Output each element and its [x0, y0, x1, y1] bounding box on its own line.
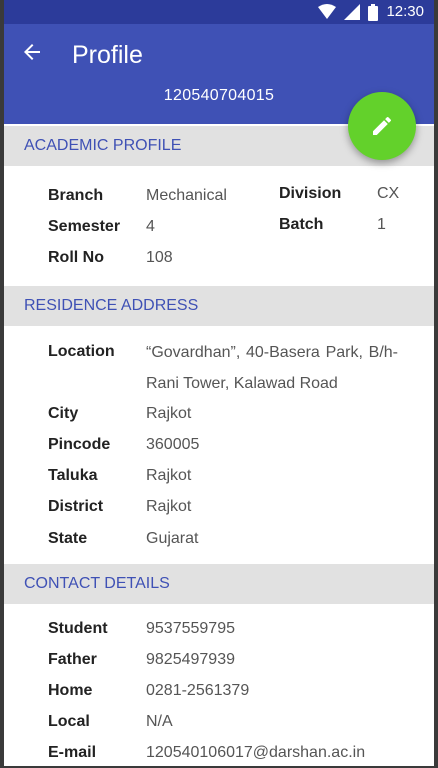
page-title: Profile [72, 41, 143, 69]
status-time: 12:30 [386, 3, 424, 20]
branch-label: Branch [48, 187, 104, 204]
pencil-icon [373, 116, 391, 135]
email-label: E-mail [48, 744, 97, 761]
profile-screen: 12:30 Profile 120540704015 ACADEMIC PROF… [4, 0, 434, 766]
home-phone-label: Home [48, 682, 93, 699]
semester-value: 4 [146, 218, 155, 235]
rollno-label: Roll No [48, 249, 104, 266]
taluka-label: Taluka [48, 467, 98, 484]
home-phone-value: 0281-2561379 [146, 682, 250, 699]
local-phone-label: Local [48, 713, 90, 730]
state-label: State [48, 530, 88, 547]
pincode-value: 360005 [146, 436, 200, 453]
status-bar: 12:30 [4, 0, 434, 24]
location-label: Location [48, 343, 115, 360]
city-label: City [48, 405, 79, 422]
district-label: District [48, 498, 104, 515]
local-phone-value: N/A [146, 713, 173, 730]
father-phone-label: Father [48, 651, 97, 668]
branch-value: Mechanical [146, 187, 227, 204]
wifi-icon [318, 4, 337, 19]
pincode-label: Pincode [48, 436, 111, 453]
status-icons: 12:30 [318, 3, 424, 21]
email-value: 120540106017@darshan.ac.in [146, 744, 366, 761]
district-value: Rajkot [146, 498, 192, 515]
father-phone-value: 9825497939 [146, 651, 235, 668]
location-value: “Govardhan”, 40-Basera Park, B/h-Rani To… [146, 344, 398, 392]
student-phone-label: Student [48, 620, 108, 637]
contact-details-header: CONTACT DETAILS [4, 564, 434, 604]
signal-icon [344, 4, 361, 20]
arrow-left-icon [24, 44, 40, 60]
rollno-value: 108 [146, 249, 173, 266]
student-phone-value: 9537559795 [146, 620, 235, 637]
battery-icon [368, 3, 379, 21]
state-value: Gujarat [146, 530, 199, 547]
back-button[interactable] [20, 40, 44, 64]
semester-label: Semester [48, 218, 121, 235]
city-value: Rajkot [146, 405, 192, 422]
batch-label: Batch [279, 216, 324, 233]
division-value: CX [377, 185, 400, 202]
edit-button[interactable] [348, 92, 416, 160]
batch-value: 1 [377, 216, 386, 233]
division-label: Division [279, 185, 342, 202]
residence-address-header: RESIDENCE ADDRESS [4, 286, 434, 326]
taluka-value: Rajkot [146, 467, 192, 484]
